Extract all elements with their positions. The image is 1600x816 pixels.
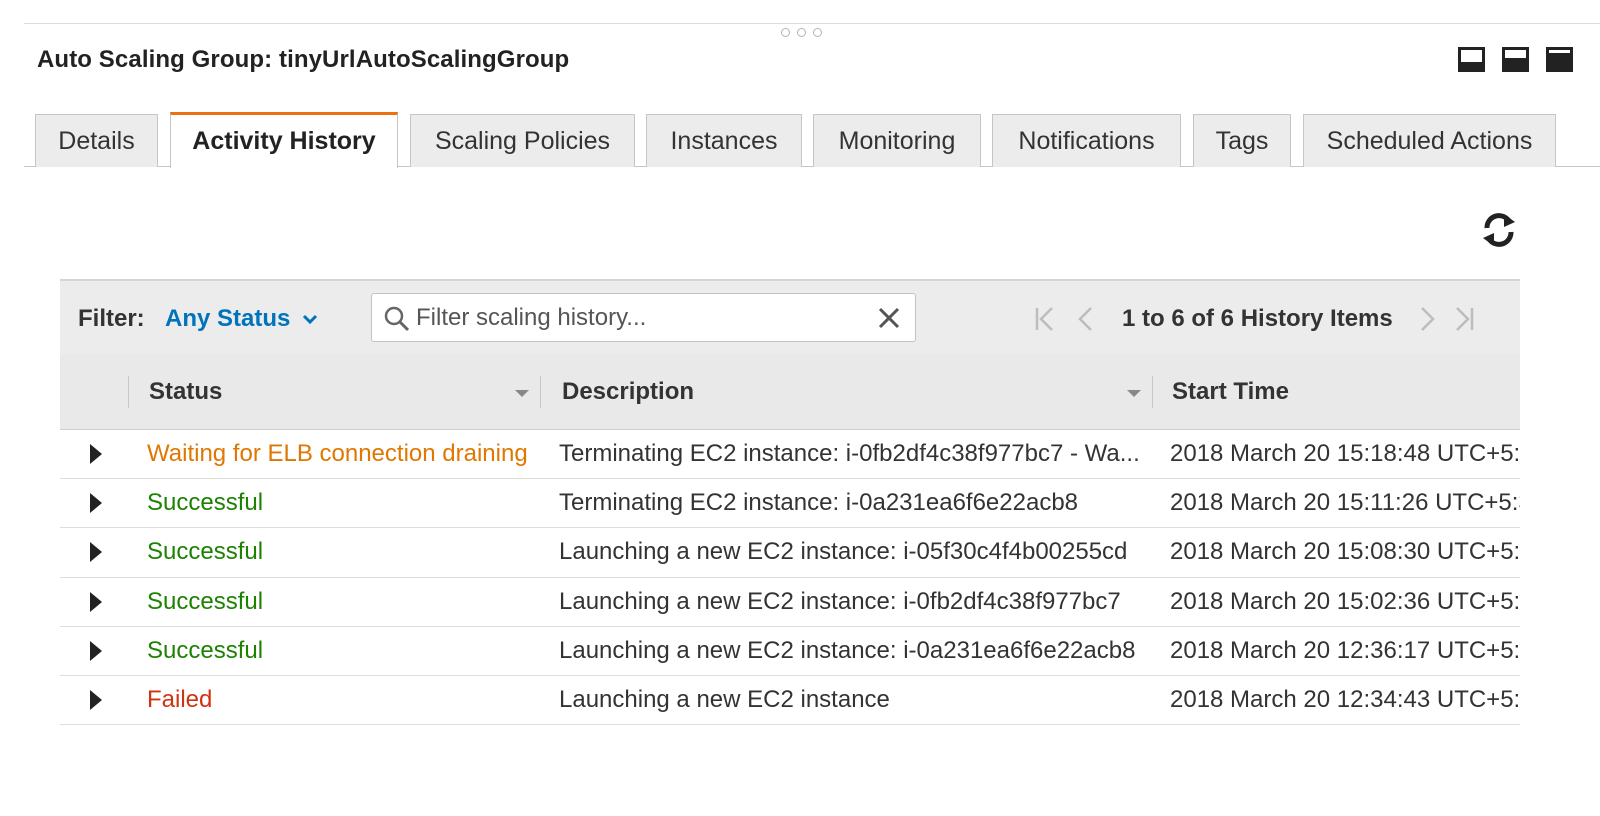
filter-label: Filter:	[78, 305, 145, 332]
layout-half-icon[interactable]	[1502, 47, 1529, 72]
table-row[interactable]: Successful Launching a new EC2 instance:…	[60, 627, 1520, 676]
status-cell: Successful	[147, 489, 264, 517]
tab-monitoring[interactable]: Monitoring	[813, 114, 981, 167]
column-divider	[540, 376, 541, 408]
table-row[interactable]: Waiting for ELB connection draining Term…	[60, 430, 1520, 480]
table-row[interactable]: Failed Launching a new EC2 instance 2018…	[60, 676, 1520, 726]
next-page-icon[interactable]	[1415, 305, 1439, 333]
status-cell: Successful	[147, 636, 264, 664]
panel-title: Auto Scaling Group: tinyUrlAutoScalingGr…	[37, 46, 570, 73]
start-time-cell: 2018 March 20 15:11:26 UTC+5:30	[1170, 489, 1520, 517]
filter-toolbar: Filter: Any Status 1 to 6 of 6 History I…	[60, 279, 1520, 354]
drag-dot-icon	[813, 28, 822, 37]
table-row[interactable]: Successful Launching a new EC2 instance:…	[60, 578, 1520, 627]
chevron-down-icon	[303, 314, 318, 325]
description-cell: Launching a new EC2 instance	[559, 685, 890, 713]
column-divider	[128, 376, 129, 408]
panel-resize-handle[interactable]	[781, 28, 822, 37]
column-divider	[1152, 376, 1153, 408]
column-header-description[interactable]: Description	[562, 378, 694, 406]
start-time-cell: 2018 March 20 15:08:30 UTC+5:30	[1170, 538, 1520, 566]
prev-page-icon[interactable]	[1074, 305, 1098, 333]
description-cell: Launching a new EC2 instance: i-0fb2df4c…	[559, 587, 1121, 615]
status-filter-value: Any Status	[165, 305, 291, 332]
drag-dot-icon	[797, 28, 806, 37]
tab-details[interactable]: Details	[35, 114, 158, 167]
table-row[interactable]: Successful Launching a new EC2 instance:…	[60, 528, 1520, 578]
first-page-icon[interactable]	[1032, 305, 1056, 333]
status-cell: Successful	[147, 538, 264, 566]
description-cell: Launching a new EC2 instance: i-05f30c4f…	[559, 538, 1128, 566]
description-cell: Terminating EC2 instance: i-0fb2df4c38f9…	[559, 440, 1140, 467]
expand-row-icon[interactable]	[90, 591, 102, 612]
panel-layout-controls	[1458, 47, 1573, 72]
pager-summary: 1 to 6 of 6 History Items	[1122, 305, 1393, 332]
tab-scheduled-actions[interactable]: Scheduled Actions	[1303, 114, 1556, 167]
description-cell: Terminating EC2 instance: i-0a231ea6f6e2…	[559, 489, 1079, 517]
start-time-cell: 2018 March 20 15:18:48 UTC+5:30	[1170, 440, 1520, 467]
pagination: 1 to 6 of 6 History Items	[1032, 305, 1477, 333]
tab-notifications[interactable]: Notifications	[992, 114, 1181, 167]
table-header: Status Description Start Time	[60, 354, 1520, 430]
start-time-cell: 2018 March 20 12:36:17 UTC+5:30	[1170, 636, 1520, 664]
tab-instances[interactable]: Instances	[646, 114, 802, 167]
status-cell: Waiting for ELB connection draining	[147, 440, 528, 467]
layout-full-icon[interactable]	[1546, 47, 1573, 72]
drag-dot-icon	[781, 28, 790, 37]
status-cell: Failed	[147, 685, 213, 713]
tab-scaling-policies[interactable]: Scaling Policies	[410, 114, 635, 167]
expand-row-icon[interactable]	[90, 493, 102, 514]
layout-bottom-icon[interactable]	[1458, 47, 1485, 72]
start-time-cell: 2018 March 20 15:02:36 UTC+5:30	[1170, 587, 1520, 615]
expand-row-icon[interactable]	[90, 640, 102, 661]
search-icon	[384, 306, 410, 332]
column-header-start-time[interactable]: Start Time	[1172, 378, 1289, 406]
close-icon[interactable]	[877, 306, 901, 330]
expand-row-icon[interactable]	[90, 689, 102, 710]
description-cell: Launching a new EC2 instance: i-0a231ea6…	[559, 636, 1136, 664]
refresh-icon[interactable]	[1479, 210, 1519, 250]
table-row[interactable]: Successful Terminating EC2 instance: i-0…	[60, 479, 1520, 529]
expand-row-icon[interactable]	[90, 542, 102, 563]
start-time-cell: 2018 March 20 12:34:43 UTC+5:30	[1170, 685, 1520, 713]
last-page-icon[interactable]	[1453, 305, 1477, 333]
sort-caret-icon[interactable]	[1127, 390, 1141, 397]
status-cell: Successful	[147, 587, 264, 615]
expand-row-icon[interactable]	[90, 444, 102, 464]
activity-table-body: Waiting for ELB connection draining Term…	[60, 430, 1520, 726]
column-header-status[interactable]: Status	[149, 378, 222, 406]
status-filter-dropdown[interactable]: Any Status	[165, 305, 318, 333]
tab-tags[interactable]: Tags	[1193, 114, 1291, 167]
top-divider	[24, 23, 1600, 24]
search-input[interactable]	[416, 302, 866, 334]
search-box	[371, 293, 916, 342]
tab-activity-history[interactable]: Activity History	[170, 112, 398, 168]
tab-bar: Details Activity History Scaling Policie…	[24, 112, 1600, 168]
sort-caret-icon[interactable]	[515, 390, 529, 397]
